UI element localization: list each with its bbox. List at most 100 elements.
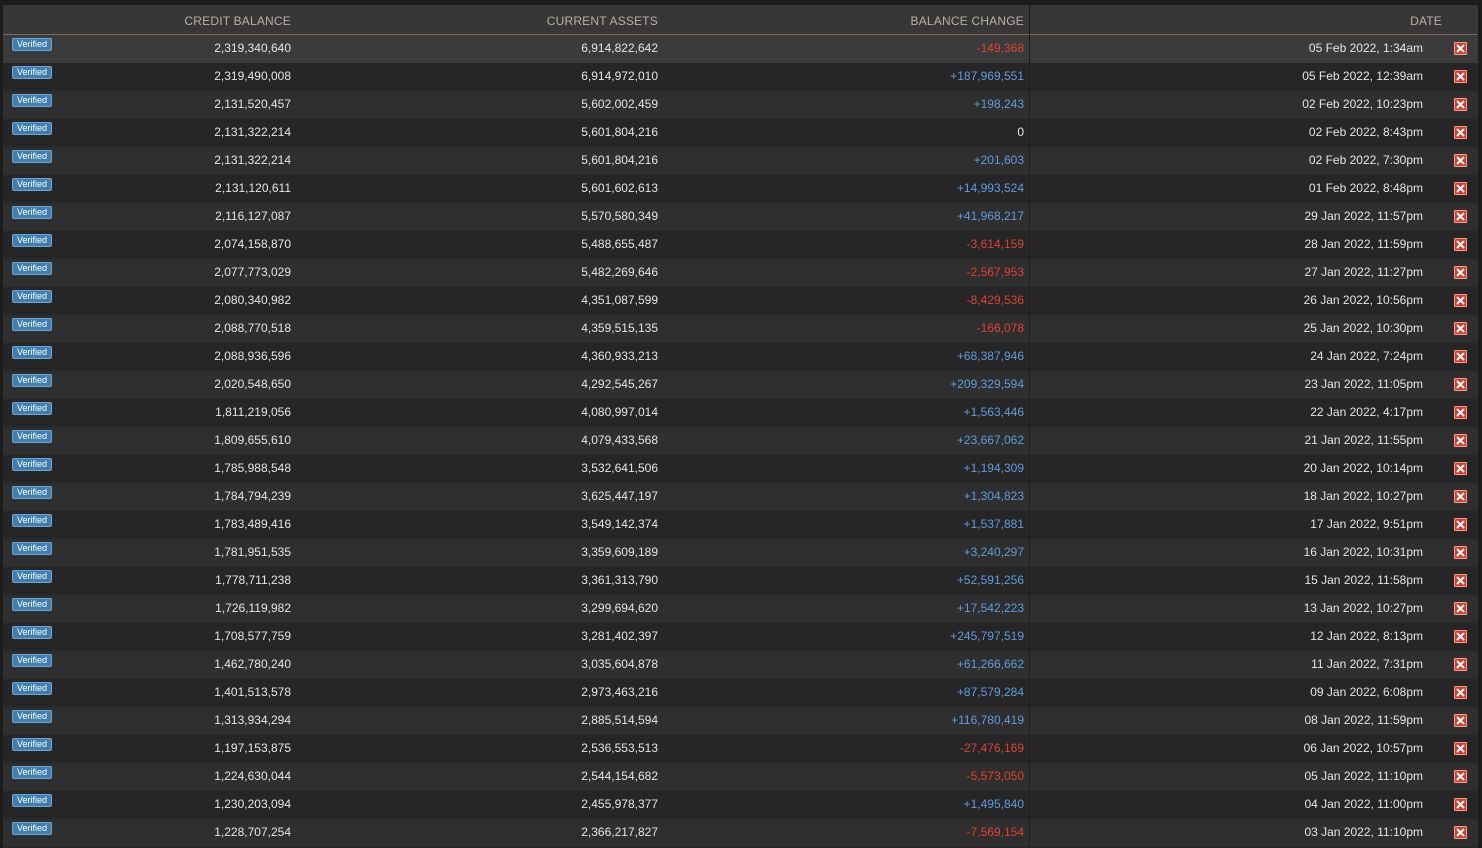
table-row[interactable]: Verified 2,319,340,640 6,914,822,642 -149,3… (3, 35, 1478, 63)
table-row[interactable]: Verified 1,809,655,610 4,079,433,568 +23,66… (3, 427, 1478, 455)
credit-balance-cell: 2,074,158,870 (214, 237, 291, 251)
credit-balance-cell: 1,778,711,238 (215, 573, 291, 587)
credit-balance-cell: 2,319,340,640 (214, 41, 291, 55)
delete-icon[interactable] (1454, 154, 1467, 167)
delete-icon[interactable] (1454, 126, 1467, 139)
current-assets-cell: 2,366,217,827 (581, 825, 658, 839)
table-row[interactable]: Verified 1,781,951,535 3,359,609,189 +3,240… (3, 539, 1478, 567)
delete-icon[interactable] (1454, 546, 1467, 559)
delete-icon[interactable] (1454, 518, 1467, 531)
table-row[interactable]: Verified 1,708,577,759 3,281,402,397 +245,7… (3, 623, 1478, 651)
table-row[interactable]: Verified 1,401,513,578 2,973,463,216 +87,57… (3, 679, 1478, 707)
delete-icon[interactable] (1454, 462, 1467, 475)
credit-balance-cell: 2,116,127,087 (215, 209, 291, 223)
current-assets-cell: 3,549,142,374 (581, 517, 658, 531)
delete-icon[interactable] (1454, 322, 1467, 335)
balance-change-cell: 0 (1017, 125, 1024, 139)
table-row[interactable]: Verified 2,131,322,214 5,601,804,216 +201,6… (3, 147, 1478, 175)
column-divider (1029, 511, 1030, 539)
table-row[interactable]: Verified 1,462,780,240 3,035,604,878 +61,26… (3, 651, 1478, 679)
date-cell: 17 Jan 2022, 9:51pm (1310, 517, 1423, 531)
table-row[interactable]: Verified 1,784,794,239 3,625,447,197 +1,304… (3, 483, 1478, 511)
table-row[interactable]: Verified 2,088,936,596 4,360,933,213 +68,38… (3, 343, 1478, 371)
balance-change-cell: +1,304,823 (963, 489, 1024, 503)
column-header-balance-change[interactable]: BALANCE CHANGE (911, 14, 1025, 28)
delete-icon[interactable] (1454, 658, 1467, 671)
table-row[interactable]: Verified 1,197,153,875 2,536,553,513 -27,47… (3, 735, 1478, 763)
column-divider (1029, 175, 1030, 203)
table-row[interactable]: Verified 1,224,630,044 2,544,154,682 -5,573… (3, 763, 1478, 791)
delete-icon[interactable] (1454, 210, 1467, 223)
verified-badge: Verified (12, 206, 53, 219)
current-assets-cell: 2,544,154,682 (581, 769, 658, 783)
balance-change-cell: -7,569,154 (966, 825, 1024, 839)
table-row[interactable]: Verified 2,080,340,982 4,351,087,599 -8,429… (3, 287, 1478, 315)
table-row[interactable]: Verified 2,088,770,518 4,359,515,135 -166,0… (3, 315, 1478, 343)
table-row[interactable]: Verified 1,230,203,094 2,455,978,377 +1,495… (3, 791, 1478, 819)
delete-icon[interactable] (1454, 42, 1467, 55)
table-row[interactable]: Verified 2,319,490,008 6,914,972,010 +187,9… (3, 63, 1478, 91)
table-row[interactable]: Verified 2,074,158,870 5,488,655,487 -3,614… (3, 231, 1478, 259)
delete-icon[interactable] (1454, 630, 1467, 643)
balance-change-cell: -3,614,159 (966, 237, 1024, 251)
credit-balance-cell: 1,228,707,254 (214, 825, 291, 839)
delete-icon[interactable] (1454, 434, 1467, 447)
table-row[interactable]: Verified 1,783,489,416 3,549,142,374 +1,537… (3, 511, 1478, 539)
verified-badge: Verified (12, 570, 53, 583)
delete-icon[interactable] (1454, 686, 1467, 699)
delete-icon[interactable] (1454, 70, 1467, 83)
table-row[interactable]: Verified 2,131,120,611 5,601,602,613 +14,99… (3, 175, 1478, 203)
table-row[interactable]: Verified 2,131,520,457 5,602,002,459 +198,2… (3, 91, 1478, 119)
delete-icon[interactable] (1454, 770, 1467, 783)
delete-icon[interactable] (1454, 798, 1467, 811)
delete-icon[interactable] (1454, 182, 1467, 195)
table-row[interactable]: Verified 1,228,707,254 2,366,217,827 -7,569… (3, 819, 1478, 847)
delete-icon[interactable] (1454, 742, 1467, 755)
column-header-credit-balance[interactable]: CREDIT BALANCE (184, 14, 291, 28)
column-header-current-assets[interactable]: CURRENT ASSETS (547, 14, 658, 28)
column-divider (1029, 567, 1030, 595)
balance-change-cell: -149,368 (976, 41, 1024, 55)
table-row[interactable]: Verified 1,726,119,982 3,299,694,620 +17,54… (3, 595, 1478, 623)
delete-icon[interactable] (1454, 490, 1467, 503)
balance-change-cell: -27,476,169 (959, 741, 1024, 755)
balance-change-cell: +209,329,594 (950, 377, 1024, 391)
current-assets-cell: 2,973,463,216 (581, 685, 658, 699)
verified-badge: Verified (12, 94, 53, 107)
table-row[interactable]: Verified 1,778,711,238 3,361,313,790 +52,59… (3, 567, 1478, 595)
column-header-date[interactable]: DATE (1410, 14, 1442, 28)
date-cell: 21 Jan 2022, 11:55pm (1304, 433, 1423, 447)
balance-change-cell: +68,387,946 (956, 349, 1024, 363)
delete-icon[interactable] (1454, 714, 1467, 727)
delete-icon[interactable] (1454, 98, 1467, 111)
verified-badge: Verified (12, 766, 53, 779)
table-row[interactable]: Verified 2,131,322,214 5,601,804,216 0 02 Fe… (3, 119, 1478, 147)
credit-balance-cell: 2,131,120,611 (215, 181, 291, 195)
credit-balance-cell: 1,708,577,759 (214, 629, 291, 643)
date-cell: 18 Jan 2022, 10:27pm (1303, 489, 1423, 503)
table-row[interactable]: Verified 1,811,219,056 4,080,997,014 +1,563… (3, 399, 1478, 427)
verified-badge: Verified (12, 626, 53, 639)
table-row[interactable]: Verified 1,785,988,548 3,532,641,506 +1,194… (3, 455, 1478, 483)
current-assets-cell: 5,602,002,459 (581, 97, 658, 111)
table-row[interactable]: Verified 1,313,934,294 2,885,514,594 +116,7… (3, 707, 1478, 735)
delete-icon[interactable] (1454, 350, 1467, 363)
delete-icon[interactable] (1454, 602, 1467, 615)
column-divider (1029, 483, 1030, 511)
delete-icon[interactable] (1454, 406, 1467, 419)
current-assets-cell: 2,885,514,594 (581, 713, 658, 727)
delete-icon[interactable] (1454, 378, 1467, 391)
delete-icon[interactable] (1454, 266, 1467, 279)
column-divider (1029, 595, 1030, 623)
credit-balance-cell: 1,401,513,578 (214, 685, 291, 699)
table-row[interactable]: Verified 2,077,773,029 5,482,269,646 -2,567… (3, 259, 1478, 287)
column-divider (1029, 315, 1030, 343)
delete-icon[interactable] (1454, 294, 1467, 307)
delete-icon[interactable] (1454, 826, 1467, 839)
delete-icon[interactable] (1454, 238, 1467, 251)
delete-icon[interactable] (1454, 574, 1467, 587)
date-cell: 20 Jan 2022, 10:14pm (1303, 461, 1423, 475)
current-assets-cell: 2,536,553,513 (581, 741, 658, 755)
table-row[interactable]: Verified 2,116,127,087 5,570,580,349 +41,96… (3, 203, 1478, 231)
table-row[interactable]: Verified 2,020,548,650 4,292,545,267 +209,3… (3, 371, 1478, 399)
